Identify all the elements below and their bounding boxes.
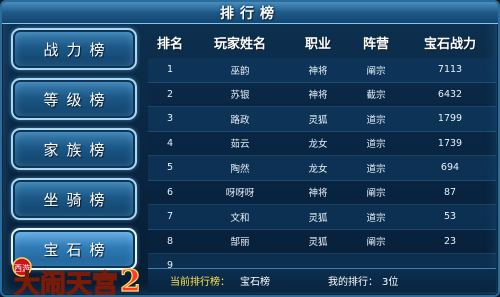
- cell-power: 53: [443, 211, 457, 223]
- cell-power: 87: [443, 186, 457, 198]
- table-row[interactable]: 4 茹云 龙女 道宗 1739: [148, 131, 496, 156]
- game-logo-graphic: 西游 大闹天宫 2: [12, 257, 141, 297]
- title-bar: 排行榜: [2, 2, 498, 24]
- cell-rank: 6: [166, 186, 174, 198]
- table-row[interactable]: 8 郜丽 灵狐 阐宗 23: [148, 229, 496, 254]
- current-ranking-value: 宝石榜: [240, 277, 270, 288]
- cell-rank: 3: [166, 113, 174, 125]
- header-job: 职业: [304, 36, 331, 52]
- cell-rank: 9: [166, 260, 174, 268]
- table-row[interactable]: 9: [148, 254, 496, 268]
- cell-camp: 道宗: [366, 139, 386, 151]
- table-body: 1 巫韵 神将 阐宗 7113 2 苏银 神将 截宗 6432 3 路政 灵狐 …: [148, 58, 496, 268]
- cell-job: 龙女: [308, 139, 328, 151]
- cell-job: 灵狐: [308, 114, 328, 126]
- svg-text:2: 2: [120, 264, 141, 297]
- table-row[interactable]: 1 巫韵 神将 阐宗 7113: [148, 58, 496, 83]
- cell-job: 灵狐: [308, 212, 328, 224]
- cell-power: 7113: [437, 64, 463, 76]
- table-row[interactable]: 2 苏银 神将 截宗 6432: [148, 82, 496, 107]
- table-row[interactable]: 3 路政 灵狐 道宗 1799: [148, 107, 496, 132]
- my-rank-label: 我的排行：: [328, 277, 378, 288]
- cell-power: 23: [443, 235, 457, 247]
- svg-text:大闹天宫: 大闹天宫: [14, 269, 118, 297]
- cell-job: 神将: [308, 65, 328, 77]
- cell-name: 文和: [230, 212, 250, 224]
- cell-camp: 道宗: [366, 212, 386, 224]
- table-row[interactable]: 7 文和 灵狐 道宗 53: [148, 205, 496, 230]
- header-camp: 阵营: [362, 36, 389, 52]
- cell-power: 1739: [437, 137, 463, 149]
- game-logo: 西游 大闹天宫 2: [4, 247, 144, 297]
- table-row[interactable]: 5 陶然 龙女 道宗 694: [148, 156, 496, 181]
- cell-camp: 阐宗: [366, 65, 386, 77]
- cell-power: 1799: [437, 113, 463, 125]
- cell-name: 呀呀呀: [225, 188, 255, 200]
- cell-job: 灵狐: [308, 237, 328, 249]
- cell-name: 茹云: [230, 139, 250, 151]
- cell-job: 神将: [308, 188, 328, 200]
- cell-rank: 1: [166, 64, 174, 76]
- tab-level-ranking[interactable]: 等级榜: [11, 78, 137, 120]
- cell-job: 神将: [308, 90, 328, 102]
- table-header: 排名 玩家姓名 职业 阵营 宝石战力: [148, 28, 496, 56]
- tab-family-ranking[interactable]: 家族榜: [11, 128, 137, 170]
- cell-power: 694: [440, 162, 460, 174]
- tab-label: 坐骑榜: [43, 190, 113, 209]
- cell-camp: 道宗: [366, 163, 386, 175]
- cell-rank: 5: [166, 162, 174, 174]
- table-row[interactable]: 6 呀呀呀 神将 阐宗 87: [148, 180, 496, 205]
- cell-camp: 道宗: [366, 114, 386, 126]
- cell-rank: 4: [166, 137, 174, 149]
- cell-name: 巫韵: [230, 65, 250, 77]
- cell-camp: 阐宗: [366, 188, 386, 200]
- status-footer: 当前排行榜： 宝石榜 我的排行： 3位: [148, 268, 496, 292]
- current-ranking-label: 当前排行榜：: [170, 277, 230, 288]
- cell-rank: 2: [166, 88, 174, 100]
- cell-name: 郜丽: [230, 237, 250, 249]
- header-player-name: 玩家姓名: [213, 36, 266, 52]
- cell-camp: 截宗: [366, 90, 386, 102]
- tab-label: 家族榜: [43, 140, 113, 159]
- cell-name: 陶然: [230, 163, 250, 175]
- cell-camp: 阐宗: [366, 237, 386, 249]
- tab-power-ranking[interactable]: 战力榜: [11, 28, 137, 70]
- cell-job: 龙女: [308, 163, 328, 175]
- my-rank-value: 3位: [382, 277, 399, 288]
- tab-mount-ranking[interactable]: 坐骑榜: [11, 178, 137, 220]
- window-title: 排行榜: [220, 5, 280, 22]
- cell-name: 路政: [230, 114, 250, 126]
- header-rank: 排名: [156, 36, 183, 52]
- cell-power: 6432: [437, 88, 463, 100]
- leaderboard-window: 排行榜 战力榜 等级榜 家族榜 坐骑榜 宝石榜 西游 大闹天宫 2 排名 玩家姓…: [0, 0, 500, 297]
- cell-rank: 8: [166, 235, 174, 247]
- header-gem-power: 宝石战力: [423, 36, 476, 52]
- cell-rank: 7: [166, 211, 174, 223]
- cell-name: 苏银: [230, 90, 250, 102]
- ranking-table: 排名 玩家姓名 职业 阵营 宝石战力 1 巫韵 神将 阐宗 7113 2 苏银 …: [148, 28, 496, 268]
- tab-label: 等级榜: [43, 90, 113, 109]
- tab-label: 战力榜: [43, 40, 113, 59]
